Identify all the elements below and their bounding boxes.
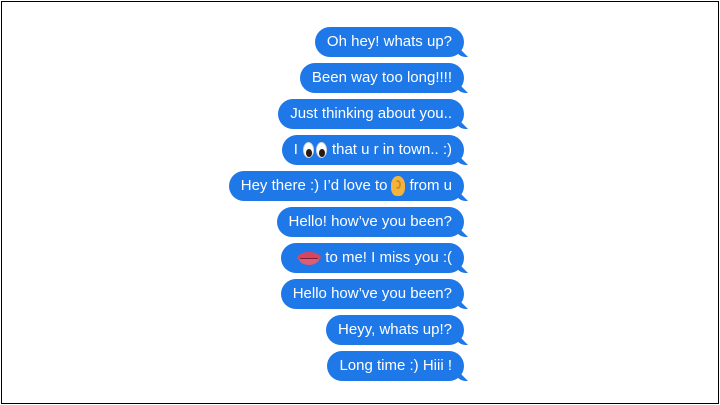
slide-frame: Oh hey! whats up? Been way too long!!!! … (1, 1, 719, 404)
ear-emoji-icon (391, 176, 406, 196)
sent-message-bubble[interactable]: Hello how’ve you been? (280, 279, 464, 309)
message-text-before-emoji: I (293, 141, 298, 158)
sent-message-bubble[interactable]: to me! I miss you :( (281, 243, 464, 273)
message-thread: Oh hey! whats up? Been way too long!!!! … (164, 27, 464, 381)
message-text: Hello how’ve you been? (292, 285, 452, 302)
eyes-emoji-icon (302, 141, 328, 159)
message-text: Oh hey! whats up? (326, 33, 452, 50)
lips-emoji-icon (297, 251, 322, 265)
sent-message-bubble[interactable]: Heyy, whats up!? (326, 315, 464, 345)
message-text: Just thinking about you.. (290, 105, 452, 122)
message-text-after-emoji: that u r in town.. :) (331, 141, 452, 158)
sent-message-bubble[interactable]: Hello! how’ve you been? (276, 207, 464, 237)
message-text-after-emoji: from u (409, 177, 452, 194)
message-text: Long time :) Hiii ! (339, 357, 452, 374)
sent-message-bubble[interactable]: I that u r in town.. :) (281, 135, 464, 165)
message-text: Hello! how’ve you been? (288, 213, 452, 230)
message-text: Heyy, whats up!? (338, 321, 452, 338)
sent-message-bubble[interactable]: Been way too long!!!! (299, 63, 464, 93)
message-text: Been way too long!!!! (311, 69, 452, 86)
message-text-before-emoji: Hey there :) I’d love to (240, 177, 388, 194)
sent-message-bubble[interactable]: Oh hey! whats up? (314, 27, 464, 57)
message-text-after-emoji: to me! I miss you :( (325, 249, 452, 266)
sent-message-bubble[interactable]: Long time :) Hiii ! (327, 351, 464, 381)
sent-message-bubble[interactable]: Hey there :) I’d love to from u (228, 171, 464, 201)
sent-message-bubble[interactable]: Just thinking about you.. (278, 99, 464, 129)
